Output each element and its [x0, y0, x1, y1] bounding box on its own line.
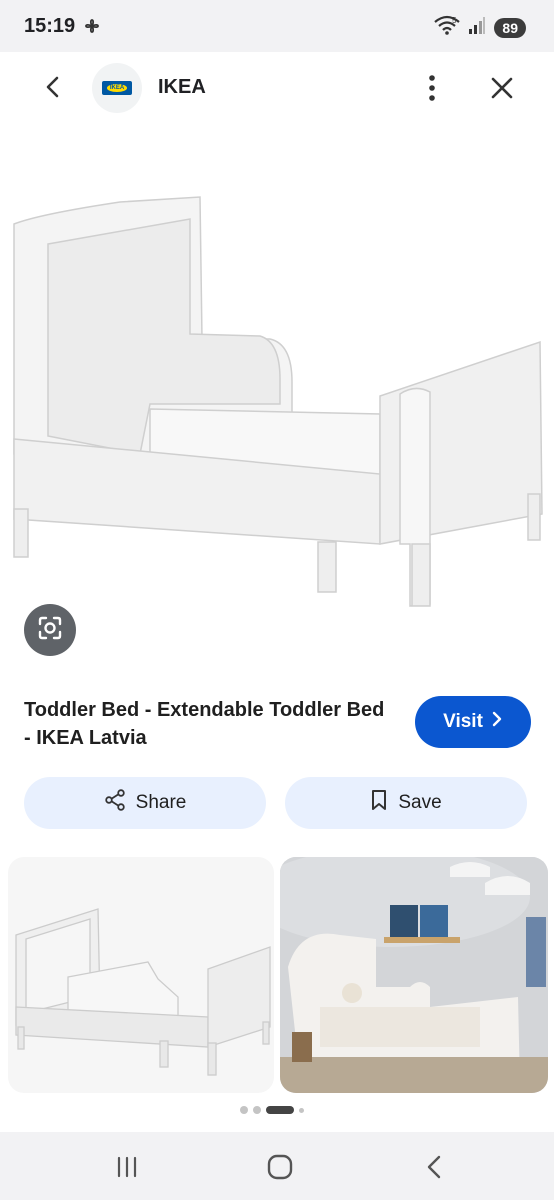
svg-text:5: 5: [452, 16, 457, 25]
pager-dot[interactable]: [240, 1106, 248, 1114]
share-icon: [104, 789, 126, 817]
save-button[interactable]: Save: [285, 777, 527, 829]
back-icon[interactable]: [420, 1152, 450, 1182]
app-header: IKEA IKEA: [0, 52, 554, 124]
home-icon[interactable]: [265, 1152, 295, 1182]
signal-icon: [468, 16, 486, 39]
system-nav-bar: [0, 1132, 554, 1200]
share-label: Share: [135, 792, 187, 813]
pinwheel-icon: [82, 16, 102, 41]
lens-icon: [36, 614, 64, 647]
visit-button[interactable]: Visit: [415, 696, 531, 748]
chevron-right-icon: [491, 711, 503, 733]
share-button[interactable]: Share: [24, 777, 266, 829]
related-image-2[interactable]: [280, 857, 548, 1093]
pager-dot[interactable]: [253, 1106, 261, 1114]
bookmark-icon: [370, 789, 388, 817]
related-image-1[interactable]: [8, 857, 274, 1093]
product-image[interactable]: [0, 124, 554, 670]
wifi-icon: 5: [434, 15, 461, 40]
result-title[interactable]: Toddler Bed - Extendable Toddler Bed - I…: [24, 696, 394, 752]
battery-icon: 89: [494, 17, 526, 38]
pager-dot[interactable]: [299, 1107, 304, 1113]
ikea-logo: IKEA: [102, 81, 132, 95]
more-vert-icon[interactable]: [418, 72, 446, 104]
recents-icon[interactable]: [112, 1152, 142, 1182]
site-name: IKEA: [158, 76, 206, 98]
visit-label: Visit: [443, 711, 483, 732]
status-time: 15:19: [24, 15, 76, 37]
pager-dot-active[interactable]: [266, 1106, 294, 1114]
save-label: Save: [398, 792, 442, 813]
image-pager: [240, 1106, 304, 1114]
status-bar: 15:19 5 89: [0, 0, 554, 52]
lens-search-button[interactable]: [24, 604, 76, 656]
site-logo: IKEA: [92, 63, 142, 113]
close-icon[interactable]: [488, 74, 516, 102]
back-arrow-icon[interactable]: [38, 72, 68, 102]
